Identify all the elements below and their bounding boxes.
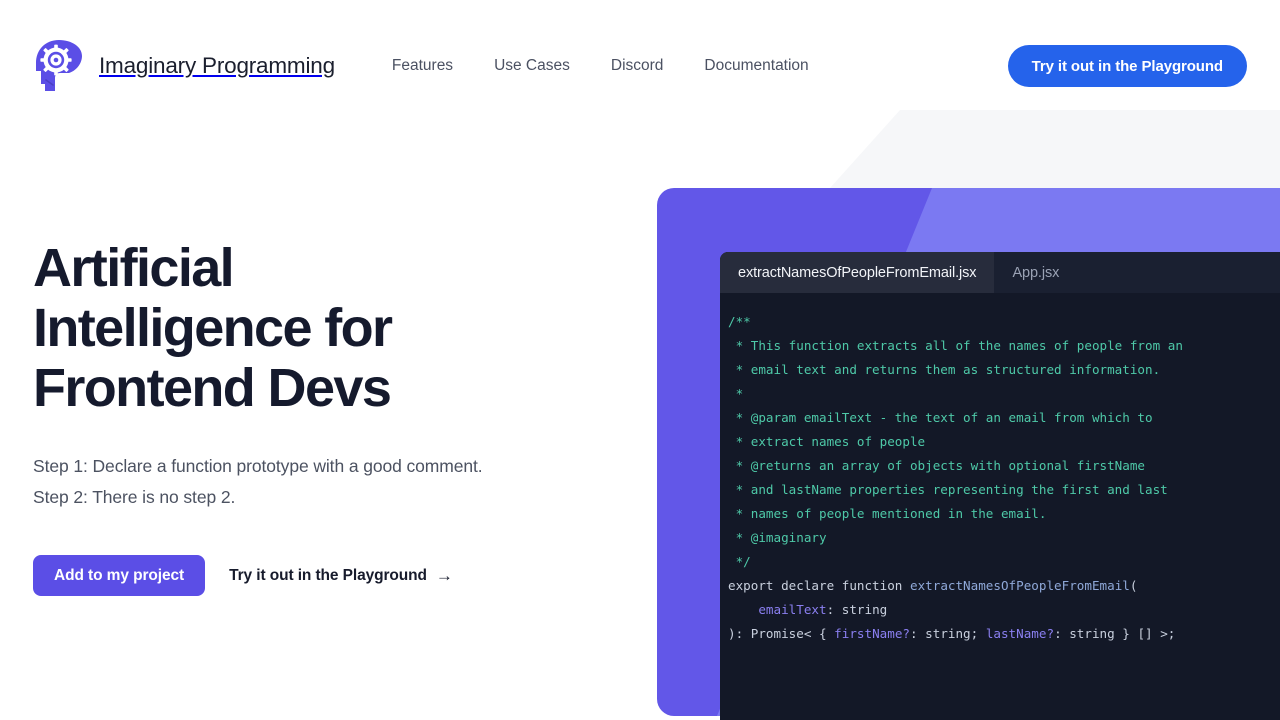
code-token-plain: ): Promise< { [728, 626, 835, 641]
editor-tab-extract-names[interactable]: extractNamesOfPeopleFromEmail.jsx [720, 252, 995, 293]
brand-name: Imaginary Programming [99, 53, 335, 78]
code-line: /** [728, 310, 1280, 334]
code-line: export declare function extractNamesOfPe… [728, 574, 1280, 598]
code-line: * @param emailText - the text of an emai… [728, 406, 1280, 430]
code-line: * [728, 382, 1280, 406]
site-header: Imaginary Programming Features Use Cases… [0, 0, 1280, 132]
add-to-my-project-button[interactable]: Add to my project [33, 555, 206, 596]
code-token-param: firstName? [834, 626, 910, 641]
code-token-fn: extractNamesOfPeopleFromEmail [909, 578, 1130, 593]
code-token-comment: */ [728, 554, 751, 569]
brand-logo-link[interactable]: Imaginary Programming [33, 38, 335, 94]
code-token-param: emailText [758, 602, 827, 617]
nav-item-features[interactable]: Features [392, 51, 453, 81]
editor-code-area[interactable]: /** * This function extracts all of the … [720, 293, 1280, 720]
code-token-comment: * and lastName properties representing t… [728, 482, 1168, 497]
hero-subtitle-line-1: Step 1: Declare a function prototype wit… [33, 456, 483, 476]
brain-gear-icon [36, 40, 82, 91]
nav-item-discord[interactable]: Discord [611, 51, 664, 81]
code-token-comment: * [728, 386, 744, 401]
code-token-comment: * @param emailText - the text of an emai… [728, 410, 1153, 425]
code-token-comment: * @imaginary [728, 530, 827, 545]
code-token-comment: * This function extracts all of the name… [728, 338, 1183, 353]
nav-item-use-cases[interactable]: Use Cases [494, 51, 570, 81]
code-token-param: lastName? [985, 626, 1055, 641]
editor-tab-app[interactable]: App.jsx [994, 252, 1078, 293]
header-playground-button[interactable]: Try it out in the Playground [1007, 45, 1247, 87]
code-line: emailText: string [728, 598, 1280, 622]
hero-actions: Add to my project Try it out in the Play… [33, 555, 633, 596]
code-line: */ [728, 550, 1280, 574]
hero-subtitle: Step 1: Declare a function prototype wit… [33, 451, 633, 513]
code-token-plain: : string } [] >; [1054, 626, 1176, 641]
code-token-comment: * extract names of people [728, 434, 926, 449]
code-line: * @returns an array of objects with opti… [728, 454, 1280, 478]
code-token-plain: : string [826, 602, 888, 617]
hero-title: Artificial Intelligence for Frontend Dev… [33, 238, 393, 418]
main-nav: Features Use Cases Discord Documentation [392, 51, 809, 81]
code-token-comment: * @returns an array of objects with opti… [728, 458, 1146, 473]
code-line: * @imaginary [728, 526, 1280, 550]
editor-tab-bar: extractNamesOfPeopleFromEmail.jsx App.js… [720, 252, 1280, 293]
code-line: * and lastName properties representing t… [728, 478, 1280, 502]
hero-playground-link[interactable]: Try it out in the Playground → [229, 567, 453, 585]
code-editor: extractNamesOfPeopleFromEmail.jsx App.js… [720, 252, 1280, 720]
code-line: ): Promise< { firstName?: string; lastNa… [728, 622, 1280, 646]
code-token-comment: * names of people mentioned in the email… [728, 506, 1047, 521]
code-token-plain: : string; [909, 626, 986, 641]
code-token-kw: export declare function [728, 578, 910, 593]
hero-section: Artificial Intelligence for Frontend Dev… [33, 238, 633, 596]
code-line: * extract names of people [728, 430, 1280, 454]
code-line: * names of people mentioned in the email… [728, 502, 1280, 526]
code-token-comment: * email text and returns them as structu… [728, 362, 1161, 377]
code-line: * email text and returns them as structu… [728, 358, 1280, 382]
hero-subtitle-line-2: Step 2: There is no step 2. [33, 487, 236, 507]
code-line: * This function extracts all of the name… [728, 334, 1280, 358]
code-token-comment: /** [728, 314, 751, 329]
hero-playground-link-label: Try it out in the Playground [229, 566, 427, 584]
code-token-plain: ( [1129, 578, 1138, 593]
arrow-right-icon: → [435, 566, 453, 585]
nav-item-documentation[interactable]: Documentation [704, 51, 808, 81]
